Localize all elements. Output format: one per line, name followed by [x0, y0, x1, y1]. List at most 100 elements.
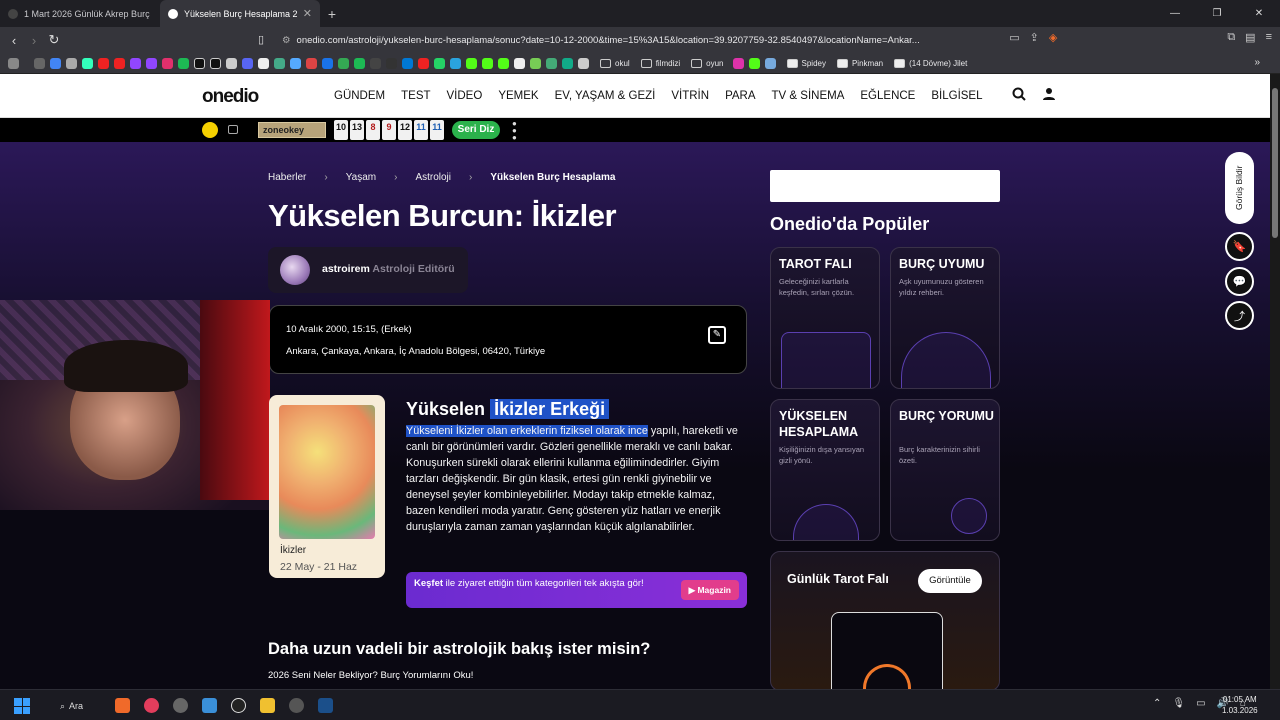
- reload-icon[interactable]: ↻: [44, 32, 64, 48]
- seri-diz-button[interactable]: Seri Diz: [452, 121, 500, 139]
- drive-icon[interactable]: [322, 57, 333, 69]
- chatgpt-icon[interactable]: [231, 698, 246, 713]
- twitch-icon[interactable]: [146, 57, 157, 69]
- bookmark-folder-okul[interactable]: okul: [600, 58, 630, 68]
- author-card[interactable]: astroirem Astroloji Editörü: [268, 247, 468, 293]
- url-field[interactable]: ⚙ onedio.com/astroloji/yukselen-burc-hes…: [282, 31, 944, 49]
- zoneokey-logo[interactable]: zoneokey: [258, 122, 326, 138]
- close-window-icon[interactable]: ✕: [1238, 0, 1280, 27]
- site-info-icon[interactable]: ⚙: [282, 35, 291, 46]
- bookmark-icon[interactable]: [290, 57, 301, 69]
- bookmark-icon[interactable]: [418, 57, 429, 69]
- bookmark-icon[interactable]: [578, 57, 589, 69]
- media-player-icon[interactable]: [144, 698, 159, 713]
- minimize-icon[interactable]: —: [1154, 0, 1196, 27]
- browser-tab-active[interactable]: Yükselen Burç Hesaplama 2026 ✕: [160, 0, 320, 27]
- search-icon[interactable]: [1012, 87, 1026, 101]
- cast-icon[interactable]: ▭: [1009, 31, 1019, 44]
- google-icon[interactable]: [50, 57, 61, 69]
- gmail-icon[interactable]: [306, 57, 317, 69]
- popular-card-ascendant[interactable]: YÜKSELEN HESAPLAMA Kişiliğinizin dışa ya…: [770, 399, 880, 541]
- app-icon[interactable]: [173, 698, 188, 713]
- site-logo[interactable]: onedio: [202, 86, 259, 108]
- bookmark-icon[interactable]: [402, 57, 413, 69]
- twitch-icon[interactable]: [130, 57, 141, 69]
- scrollbar[interactable]: [1270, 74, 1280, 689]
- bookmark-jilet[interactable]: (14 Dövme) Jilet: [894, 58, 967, 68]
- instagram-icon[interactable]: [162, 57, 173, 69]
- bookmark-icon[interactable]: [258, 57, 269, 69]
- scrollbar-thumb[interactable]: [1272, 88, 1278, 238]
- sidebar-toggle-icon[interactable]: ▤: [1245, 31, 1255, 44]
- bookmark-page-icon[interactable]: ▯: [258, 33, 264, 46]
- section-sub-link[interactable]: 2026 Seni Neler Bekliyor? Burç Yorumları…: [268, 670, 473, 681]
- popular-card-compatibility[interactable]: BURÇ UYUMU Aşk uyumunuzu gösteren yıldız…: [890, 247, 1000, 389]
- nav-item[interactable]: PARA: [725, 90, 755, 102]
- steam-icon[interactable]: [318, 698, 333, 713]
- chevron-up-icon[interactable]: ⌃: [1153, 698, 1161, 709]
- kick-icon[interactable]: [466, 57, 477, 69]
- bookmark-icon[interactable]: [546, 57, 557, 69]
- nav-item[interactable]: BİLGİSEL: [931, 90, 982, 102]
- bookmark-icon[interactable]: [338, 57, 349, 69]
- menu-icon[interactable]: ≡: [1266, 31, 1272, 44]
- app-icon[interactable]: [289, 698, 304, 713]
- view-button[interactable]: Görüntüle: [918, 569, 982, 593]
- share-icon[interactable]: ⇪: [1030, 31, 1039, 44]
- github-icon[interactable]: [386, 57, 397, 69]
- feedback-button[interactable]: Görüş Bildir: [1225, 152, 1254, 224]
- bookmark-icon[interactable]: [274, 57, 285, 69]
- user-icon[interactable]: [1042, 87, 1056, 101]
- kick-icon[interactable]: [498, 57, 509, 69]
- bookmark-icon[interactable]: [370, 57, 381, 69]
- bookmark-icon[interactable]: [530, 57, 541, 69]
- nav-item[interactable]: EV, YAŞAM & GEZİ: [555, 90, 656, 102]
- youtube-icon[interactable]: [98, 57, 109, 69]
- edit-icon[interactable]: ✎: [708, 326, 726, 344]
- comments-icon[interactable]: 💬: [1225, 267, 1254, 296]
- close-tab-icon[interactable]: ✕: [303, 7, 312, 20]
- bookmark-spidey[interactable]: Spidey: [786, 58, 826, 68]
- spotify-icon[interactable]: [354, 57, 365, 69]
- nav-item[interactable]: VİDEO: [447, 90, 483, 102]
- new-tab-button[interactable]: +: [320, 6, 344, 22]
- bookmark-icon[interactable]: [66, 57, 77, 69]
- bookmark-pinkman[interactable]: Pinkman: [836, 58, 883, 68]
- bookmark-folder-filmdizi[interactable]: filmdizi: [640, 58, 680, 68]
- discover-banner[interactable]: Keşfet ile ziyaret ettiğin tüm kategoril…: [406, 572, 747, 608]
- breadcrumb-current[interactable]: Yükselen Burç Hesaplama: [490, 172, 615, 183]
- magazin-button[interactable]: ▶ Magazin: [680, 580, 739, 600]
- forward-icon[interactable]: ›: [24, 33, 44, 48]
- bookmark-icon[interactable]: [562, 57, 573, 69]
- brave-icon[interactable]: [115, 698, 130, 713]
- kick-icon[interactable]: [482, 57, 493, 69]
- display-icon[interactable]: ▭: [1196, 698, 1205, 709]
- nav-item[interactable]: TV & SİNEMA: [772, 90, 845, 102]
- bookmark-icon[interactable]: [226, 57, 237, 69]
- youtube-icon[interactable]: [114, 57, 125, 69]
- extensions-icon[interactable]: ⧉: [1227, 31, 1235, 44]
- bookmark-save-icon[interactable]: 🔖: [1225, 232, 1254, 261]
- tiktok-icon[interactable]: [210, 57, 221, 69]
- nav-item[interactable]: VİTRİN: [671, 90, 709, 102]
- maximize-icon[interactable]: ❐: [1196, 0, 1238, 27]
- apps-icon[interactable]: [8, 57, 19, 69]
- popular-card-tarot[interactable]: TAROT FALI Geleceğinizi kartlarla keşfed…: [770, 247, 880, 389]
- popular-card-horoscope[interactable]: BURÇ YORUMU Burç karakterinizin sihirli …: [890, 399, 1000, 541]
- bookmark-icon[interactable]: [514, 57, 525, 69]
- bookmark-icon[interactable]: [764, 57, 776, 69]
- breadcrumb-item[interactable]: Yaşam: [346, 172, 376, 183]
- nav-item[interactable]: YEMEK: [498, 90, 538, 102]
- bookmark-icon[interactable]: [732, 57, 744, 69]
- taskbar-search[interactable]: ⌕ Ara: [52, 696, 104, 716]
- x-icon[interactable]: [194, 57, 205, 69]
- more-options-icon[interactable]: ● ● ●: [512, 120, 517, 142]
- file-explorer-icon[interactable]: [260, 698, 275, 713]
- breadcrumb-item[interactable]: Astroloji: [415, 172, 451, 183]
- nav-item[interactable]: GÜNDEM: [334, 90, 385, 102]
- discord-icon[interactable]: [242, 57, 253, 69]
- back-icon[interactable]: ‹: [4, 33, 24, 48]
- windows-start-icon[interactable]: [14, 698, 30, 714]
- breadcrumb-item[interactable]: Haberler: [268, 172, 306, 183]
- microphone-icon[interactable]: 🎙: [1172, 698, 1185, 709]
